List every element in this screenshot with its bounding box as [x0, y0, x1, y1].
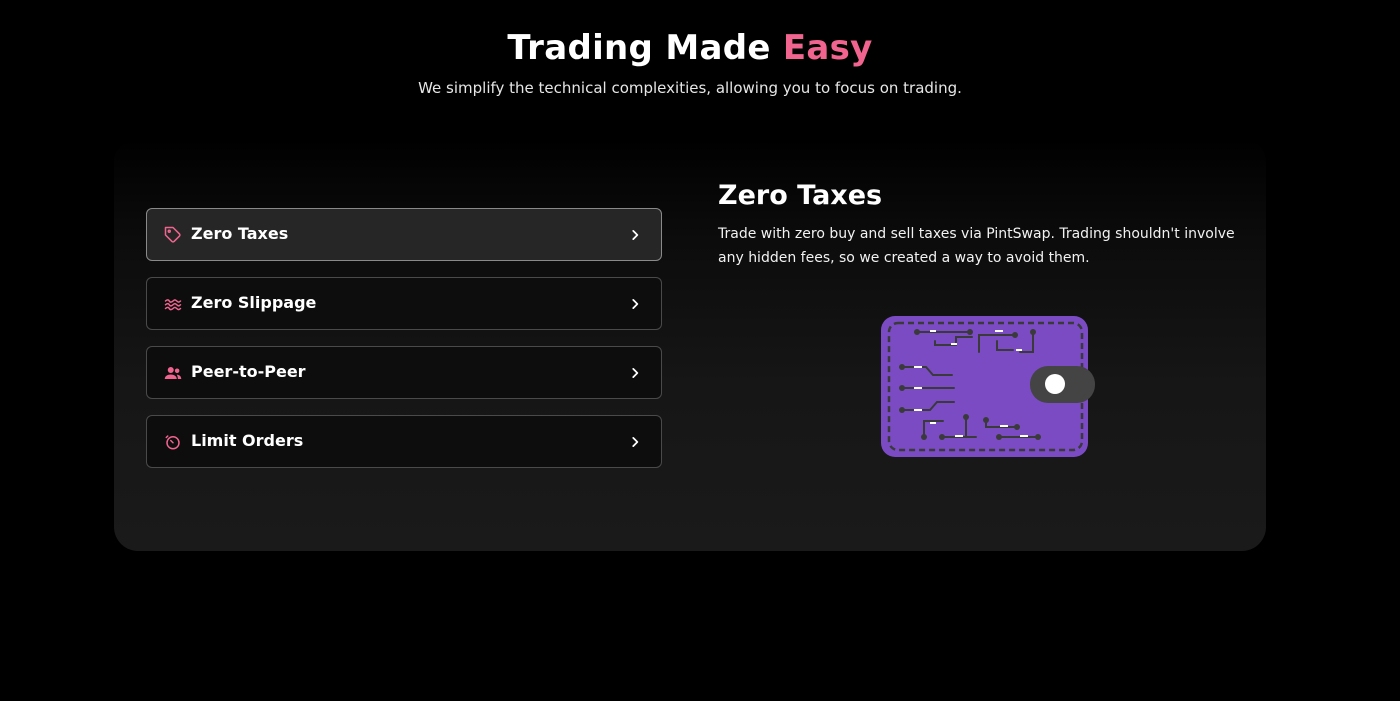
chevron-right-icon — [627, 296, 643, 312]
section-title: Trading Made Easy — [0, 26, 1380, 70]
feature-item-peer-to-peer[interactable]: Peer-to-Peer — [146, 346, 662, 399]
features-panel: Zero Taxes Zero Slippage Peer-to-Peer Li… — [114, 138, 1266, 551]
tag-icon — [163, 225, 183, 245]
users-icon — [163, 363, 183, 383]
detail-title: Zero Taxes — [718, 180, 883, 211]
detail-description: Trade with zero buy and sell taxes via P… — [718, 226, 1235, 266]
feature-label: Zero Slippage — [191, 292, 317, 312]
page: Trading Made Easy We simplify the techni… — [0, 0, 1400, 701]
feature-item-zero-taxes[interactable]: Zero Taxes — [146, 208, 662, 261]
chevron-right-icon — [627, 434, 643, 450]
section-subtitle: We simplify the technical complexities, … — [418, 79, 962, 97]
title-accent: Easy — [782, 28, 873, 68]
feature-label: Zero Taxes — [191, 223, 289, 243]
feature-label: Peer-to-Peer — [191, 361, 306, 381]
feature-label: Limit Orders — [191, 430, 304, 450]
feature-item-zero-slippage[interactable]: Zero Slippage — [146, 277, 662, 330]
title-main: Trading Made — [507, 28, 771, 68]
waves-icon — [163, 294, 183, 314]
timer-icon — [163, 432, 183, 452]
chevron-right-icon — [627, 365, 643, 381]
chevron-right-icon — [627, 227, 643, 243]
wallet-illustration — [880, 314, 1096, 458]
feature-item-limit-orders[interactable]: Limit Orders — [146, 415, 662, 468]
feature-detail: Zero Taxes Trade with zero buy and sell … — [718, 178, 1238, 270]
feature-list: Zero Taxes Zero Slippage Peer-to-Peer Li… — [146, 208, 662, 484]
